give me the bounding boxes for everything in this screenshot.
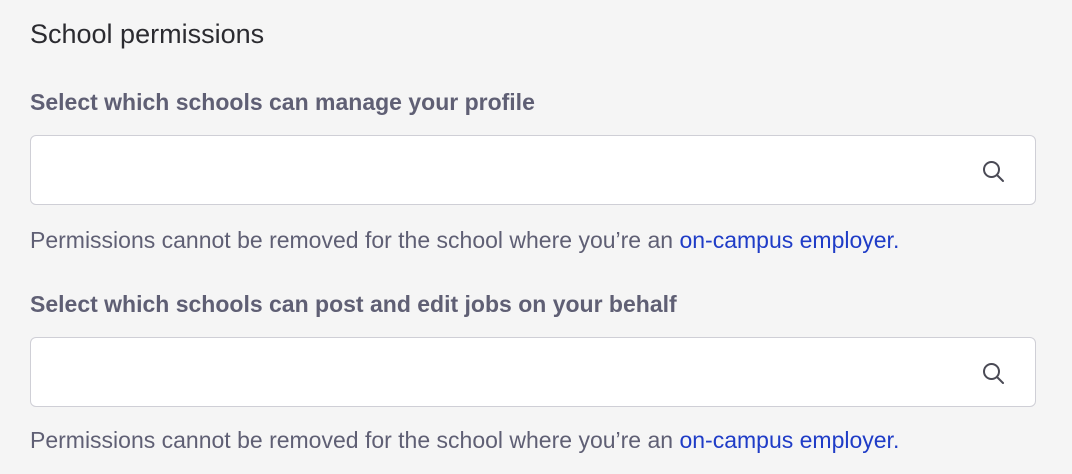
manage-profile-label: Select which schools can manage your pro…: [30, 89, 535, 115]
helper-text: Permissions cannot be removed for the sc…: [30, 427, 680, 453]
section-title: School permissions: [30, 19, 265, 49]
manage-profile-search-input[interactable]: [45, 136, 965, 204]
search-icon[interactable]: [981, 159, 1005, 183]
on-campus-employer-link[interactable]: on-campus employer.: [679, 227, 899, 253]
post-jobs-search-box[interactable]: [30, 337, 1036, 407]
manage-profile-search-box[interactable]: [30, 135, 1036, 205]
post-jobs-label: Select which schools can post and edit j…: [30, 291, 677, 317]
search-icon[interactable]: [981, 361, 1005, 385]
manage-profile-helper: Permissions cannot be removed for the sc…: [30, 224, 899, 256]
post-jobs-search-input[interactable]: [45, 338, 965, 406]
post-jobs-helper: Permissions cannot be removed for the sc…: [30, 424, 899, 456]
helper-text: Permissions cannot be removed for the sc…: [30, 227, 680, 253]
on-campus-employer-link[interactable]: on-campus employer.: [679, 427, 899, 453]
